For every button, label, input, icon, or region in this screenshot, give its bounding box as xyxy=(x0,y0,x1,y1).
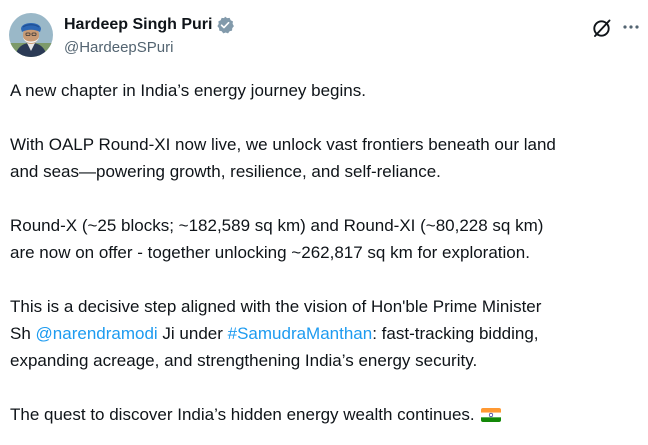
tweet-text-fragment: The quest to discover India’s hidden ene… xyxy=(10,405,480,424)
author-name[interactable]: Hardeep Singh Puri xyxy=(64,15,212,35)
tweet-text-fragment: : fast-tracking bidding, xyxy=(372,324,539,343)
author-name-row[interactable]: Hardeep Singh Puri xyxy=(64,15,235,35)
tweet-paragraph-5: The quest to discover India’s hidden ene… xyxy=(10,401,640,428)
india-flag-icon xyxy=(481,408,502,422)
avatar[interactable] xyxy=(9,13,53,57)
tweet-line: expanding acreage, and strengthening Ind… xyxy=(10,351,478,370)
tweet-paragraph-1: A new chapter in India’s energy journey … xyxy=(10,81,366,100)
verified-badge-icon[interactable] xyxy=(216,16,235,34)
tweet: Hardeep Singh Puri @HardeepSPuri A new c… xyxy=(0,0,648,445)
hashtag-link[interactable]: #SamudraManthan xyxy=(228,324,373,343)
tweet-line: This is a decisive step aligned with the… xyxy=(10,297,542,316)
author-handle[interactable]: @HardeepSPuri xyxy=(64,38,173,58)
tweet-text: A new chapter in India’s energy journey … xyxy=(10,77,640,428)
grok-icon[interactable] xyxy=(591,17,613,39)
tweet-line: and seas—powering growth, resilience, an… xyxy=(10,162,441,181)
mention-link[interactable]: @narendramodi xyxy=(36,324,158,343)
tweet-paragraph-4: This is a decisive step aligned with the… xyxy=(10,293,640,374)
tweet-text-fragment: Sh xyxy=(10,324,36,343)
more-icon[interactable] xyxy=(622,18,640,36)
tweet-paragraph-3: Round-X (~25 blocks; ~182,589 sq km) and… xyxy=(10,212,640,266)
tweet-line: With OALP Round-XI now live, we unlock v… xyxy=(10,135,556,154)
tweet-paragraph-2: With OALP Round-XI now live, we unlock v… xyxy=(10,131,640,185)
tweet-line: are now on offer - together unlocking ~2… xyxy=(10,243,530,262)
tweet-line: Round-X (~25 blocks; ~182,589 sq km) and… xyxy=(10,216,544,235)
tweet-text-fragment: Ji under xyxy=(157,324,228,343)
tweet-line: Sh @narendramodi Ji under #SamudraMantha… xyxy=(10,320,640,347)
